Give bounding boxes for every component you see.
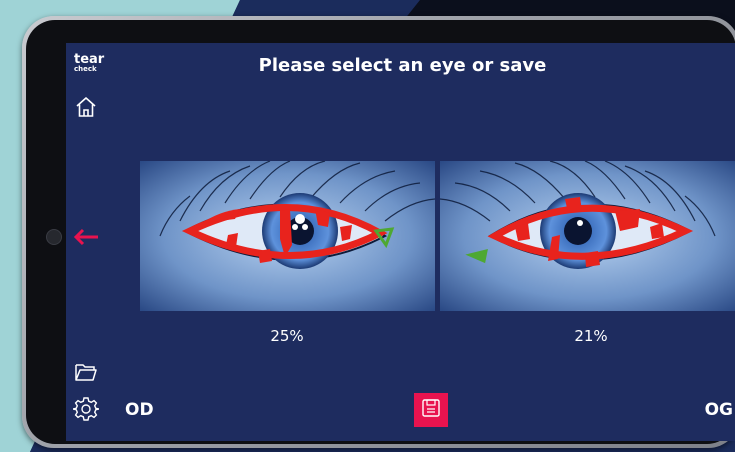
- home-icon[interactable]: [72, 93, 100, 121]
- save-button[interactable]: [414, 393, 448, 427]
- tablet-bezel: tear check Please select an eye or save: [26, 20, 735, 444]
- og-label[interactable]: OG: [705, 400, 733, 420]
- gear-icon[interactable]: [72, 395, 100, 423]
- folder-icon[interactable]: [72, 358, 100, 386]
- tablet-camera: [46, 229, 62, 245]
- page-title: Please select an eye or save: [258, 55, 547, 76]
- back-arrow-icon[interactable]: [72, 223, 100, 251]
- od-label[interactable]: OD: [125, 400, 154, 420]
- od-percentage: 25%: [270, 327, 304, 345]
- app-screen: tear check Please select an eye or save: [66, 43, 735, 441]
- save-icon: [421, 398, 441, 422]
- og-percentage: 21%: [574, 327, 608, 345]
- eye-image-od[interactable]: [140, 161, 435, 311]
- tablet-frame: tear check Please select an eye or save: [22, 16, 735, 448]
- eye-image-og[interactable]: [440, 161, 735, 311]
